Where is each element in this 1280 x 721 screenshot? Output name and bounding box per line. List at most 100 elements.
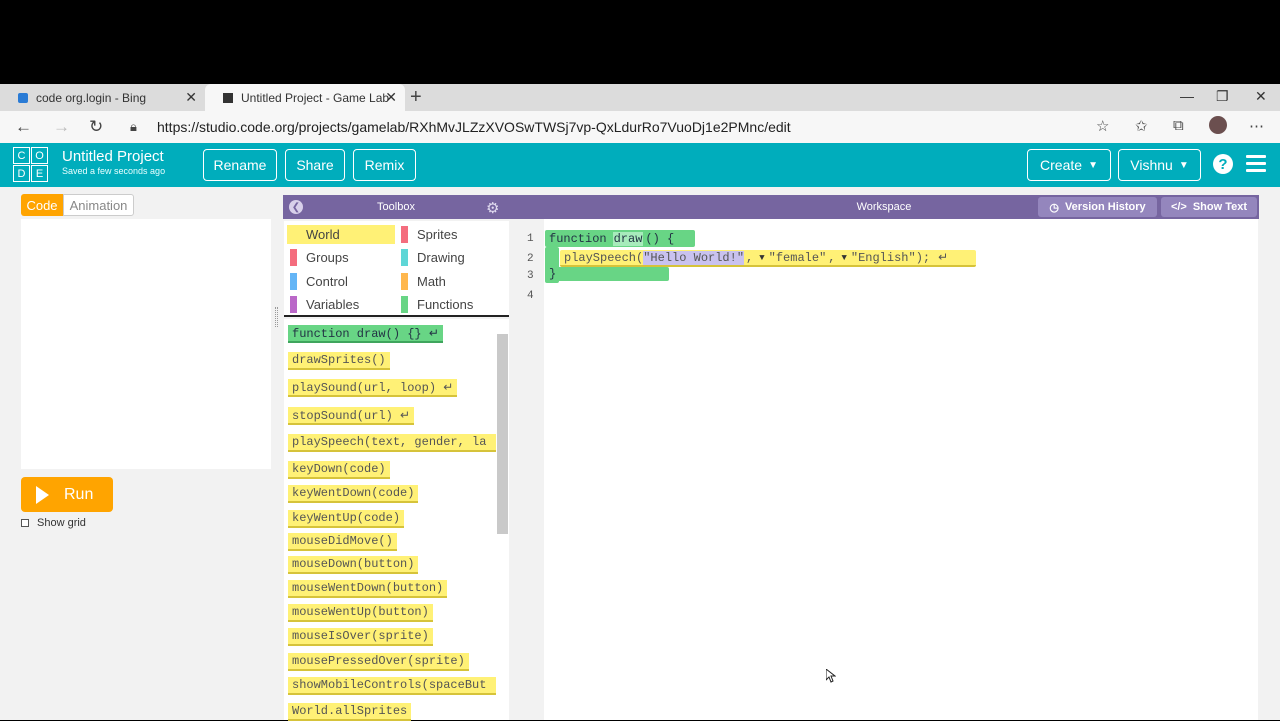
browser-tab-bing[interactable]: code org.login - Bing ✕ xyxy=(0,84,205,111)
palette-block[interactable]: mouseIsOver(sprite) xyxy=(288,628,433,646)
close-tab-icon[interactable]: ✕ xyxy=(385,89,397,106)
palette-block[interactable]: keyWentDown(code) xyxy=(288,485,419,503)
version-history-label: Version History xyxy=(1064,201,1146,213)
dropdown-arrow-icon[interactable]: ▼ xyxy=(841,253,846,263)
address-bar-row: ← → ↻ 🔒︎ https://studio.code.org/project… xyxy=(0,111,1280,143)
function-block[interactable]: function draw () { xyxy=(545,230,695,247)
main-area: Code Animation Run Show grid Toolbox ❮ ⚙… xyxy=(0,187,1280,721)
category-variables[interactable]: Variables xyxy=(287,295,395,314)
code-tab[interactable]: Code xyxy=(21,194,63,216)
refresh-icon[interactable]: ↻ xyxy=(89,117,103,137)
function-block-end: } xyxy=(545,267,669,281)
palette-block[interactable]: keyDown(code) xyxy=(288,461,390,479)
new-tab-icon[interactable]: + xyxy=(410,86,422,109)
close-window-icon[interactable]: ✕ xyxy=(1255,88,1267,105)
palette-block[interactable]: playSound(url, loop) ↵ xyxy=(288,379,458,397)
category-label: Control xyxy=(306,274,348,289)
version-history-button[interactable]: ◷ Version History xyxy=(1038,197,1157,217)
browser-tab-strip: code org.login - Bing ✕ Untitled Project… xyxy=(0,84,1280,111)
category-groups[interactable]: Groups xyxy=(287,248,395,267)
play-icon xyxy=(36,485,49,504)
palette-block[interactable]: World.allSprites xyxy=(288,703,412,721)
text-argument[interactable]: "Hello World!" xyxy=(643,250,745,265)
line-number: 1 xyxy=(527,233,534,245)
gender-argument[interactable]: "female" xyxy=(769,251,827,265)
palette-block[interactable]: mouseDown(button) xyxy=(288,556,419,574)
url-text: https://studio.code.org/projects/gamelab… xyxy=(157,119,791,135)
show-grid-label: Show grid xyxy=(37,517,86,529)
code-editor[interactable] xyxy=(544,219,1258,720)
forward-icon[interactable]: → xyxy=(53,117,70,137)
category-swatch xyxy=(290,296,297,313)
palette-block[interactable]: mousePressedOver(sprite) xyxy=(288,653,469,671)
palette-block[interactable]: drawSprites() xyxy=(288,352,390,370)
remix-button[interactable]: Remix xyxy=(353,149,416,181)
favorite-add-icon[interactable]: ☆ xyxy=(1096,117,1109,135)
category-control[interactable]: Control xyxy=(287,272,395,291)
profile-avatar[interactable] xyxy=(1209,116,1227,134)
close-brace: } xyxy=(549,267,557,281)
resize-handle[interactable] xyxy=(275,307,278,327)
code-org-logo[interactable]: C O D E xyxy=(13,147,49,183)
url-input[interactable]: https://studio.code.org/projects/gamelab… xyxy=(120,113,1120,141)
close-tab-icon[interactable]: ✕ xyxy=(185,89,197,106)
palette-block[interactable]: mouseDidMove() xyxy=(288,533,397,551)
playspeech-block[interactable]: playSpeech( "Hello World!" , ▼ "female" … xyxy=(560,250,976,267)
palette-block[interactable]: keyWentUp(code) xyxy=(288,510,405,528)
game-canvas[interactable] xyxy=(21,219,271,469)
palette-block[interactable]: showMobileControls(spaceBut xyxy=(288,677,496,695)
palette-block[interactable]: mouseWentUp(button) xyxy=(288,604,433,622)
restore-icon[interactable]: ❐ xyxy=(1216,88,1229,105)
minimize-icon[interactable]: — xyxy=(1180,88,1194,104)
dropdown-arrow-icon[interactable]: ▼ xyxy=(759,253,764,263)
palette-scrollbar[interactable] xyxy=(497,334,508,534)
category-world[interactable]: World xyxy=(287,225,395,244)
caret-down-icon: ▼ xyxy=(1178,159,1189,171)
toolbox-title: Toolbox xyxy=(377,201,415,213)
palette-block[interactable]: function draw() {} ↵ xyxy=(288,325,443,343)
help-icon[interactable]: ? xyxy=(1213,154,1233,174)
collapse-toolbox-icon[interactable]: ❮ xyxy=(289,200,303,214)
hamburger-menu-icon[interactable] xyxy=(1246,155,1266,173)
run-button[interactable]: Run xyxy=(21,477,113,512)
category-label: Math xyxy=(417,274,446,289)
category-swatch xyxy=(290,249,297,266)
user-dropdown[interactable]: Vishnu ▼ xyxy=(1118,149,1201,181)
share-button[interactable]: Share xyxy=(285,149,345,181)
call-name: playSpeech( xyxy=(564,250,644,265)
language-argument[interactable]: "English" xyxy=(851,251,916,265)
create-label: Create xyxy=(1040,157,1083,173)
browser-tab-gamelab[interactable]: Untitled Project - Game Lab ✕ xyxy=(205,84,405,111)
favorites-icon[interactable]: ✩ xyxy=(1135,117,1148,135)
category-math[interactable]: Math xyxy=(398,272,506,291)
line-number: 4 xyxy=(527,290,534,302)
create-dropdown[interactable]: Create ▼ xyxy=(1027,149,1111,181)
category-list: World Sprites Groups Drawing Control Mat… xyxy=(284,221,509,317)
category-label: Groups xyxy=(306,250,349,265)
gear-icon[interactable]: ⚙ xyxy=(486,199,499,217)
palette-block[interactable]: playSpeech(text, gender, la xyxy=(288,434,496,452)
rename-button[interactable]: Rename xyxy=(203,149,277,181)
collections-icon[interactable]: ⧉ xyxy=(1173,117,1184,134)
logo-letter: C xyxy=(13,147,30,164)
category-swatch xyxy=(401,226,408,243)
code-icon: </> xyxy=(1170,201,1187,213)
function-name: draw xyxy=(612,231,644,246)
caret-down-icon: ▼ xyxy=(1088,159,1098,171)
logo-letter: O xyxy=(31,147,48,164)
save-status: Saved a few seconds ago xyxy=(62,166,166,176)
more-menu-icon[interactable]: ⋯ xyxy=(1249,117,1264,135)
category-functions[interactable]: Functions xyxy=(398,295,506,314)
category-drawing[interactable]: Drawing xyxy=(398,248,506,267)
animation-tab[interactable]: Animation xyxy=(63,194,134,216)
function-keyword: function xyxy=(549,231,607,246)
logo-letter: D xyxy=(13,165,30,182)
show-text-button[interactable]: </> Show Text xyxy=(1161,197,1257,217)
category-swatch xyxy=(401,249,408,266)
palette-block[interactable]: mouseWentDown(button) xyxy=(288,580,448,598)
clock-icon: ◷ xyxy=(1049,201,1059,214)
category-sprites[interactable]: Sprites xyxy=(398,225,506,244)
show-grid-checkbox[interactable] xyxy=(21,519,29,527)
palette-block[interactable]: stopSound(url) ↵ xyxy=(288,407,415,425)
back-icon[interactable]: ← xyxy=(15,117,32,137)
